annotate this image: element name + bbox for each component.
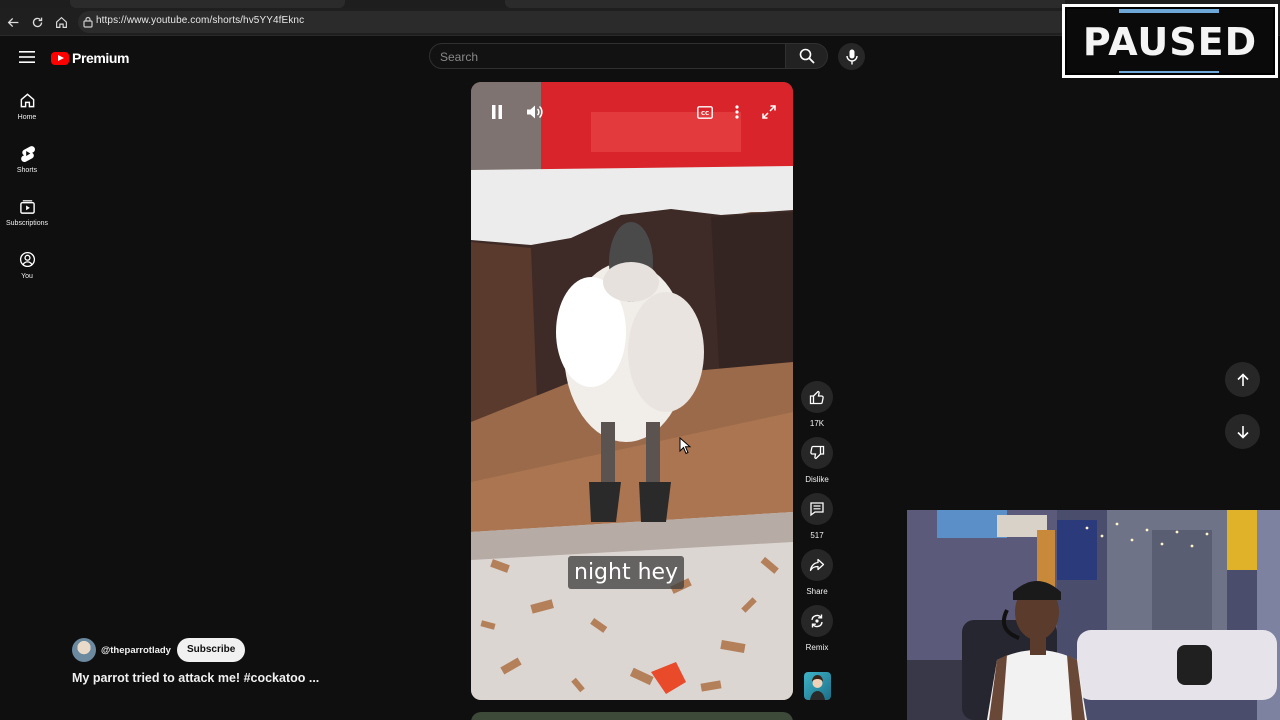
reload-icon — [32, 17, 42, 27]
browser-tab[interactable] — [70, 0, 345, 8]
arrow-left-icon — [7, 17, 18, 27]
shorts-icon — [20, 146, 35, 162]
volume-icon — [527, 105, 543, 119]
svg-text:CC: CC — [701, 111, 709, 117]
webcam-feed — [907, 510, 1280, 720]
reload-button[interactable] — [28, 13, 46, 31]
share-icon — [809, 558, 825, 572]
address-bar[interactable]: https://www.youtube.com/shorts/hv5YY4fEk… — [78, 11, 1078, 33]
sidebar-item-home[interactable]: Home — [0, 82, 54, 130]
search-input[interactable] — [440, 48, 770, 65]
like-action: 17K — [801, 381, 833, 428]
channel-handle[interactable]: @theparrotlady — [101, 645, 171, 656]
youtube-play-logo-icon — [51, 51, 69, 65]
remix-action: Remix — [801, 605, 833, 652]
dislike-label: Dislike — [805, 475, 829, 484]
youtube-premium-logo[interactable]: Premium — [51, 49, 130, 67]
comment-icon — [810, 502, 824, 517]
comments-action: 517 — [801, 493, 833, 540]
expand-icon — [762, 105, 776, 119]
remix-label: Remix — [805, 643, 829, 652]
previous-short-button[interactable] — [1225, 362, 1260, 397]
hamburger-icon — [19, 51, 35, 63]
sidebar-item-label: You — [21, 273, 33, 280]
dislike-action: Dislike — [801, 437, 833, 484]
dislike-button[interactable] — [801, 437, 833, 469]
remix-icon — [811, 614, 823, 628]
next-short-button[interactable] — [1225, 414, 1260, 449]
video-caption: night hey — [568, 556, 685, 589]
thumbs-up-icon — [809, 390, 824, 405]
captions-button[interactable]: CC — [693, 100, 717, 124]
sidebar-item-label: Home — [17, 114, 37, 121]
cockatoo-video-frame — [471, 82, 793, 700]
fullscreen-button[interactable] — [757, 100, 781, 124]
subscriptions-icon — [19, 200, 35, 214]
thumbs-down-icon — [810, 445, 825, 460]
arrow-up-icon — [1236, 372, 1249, 386]
channel-avatar[interactable] — [72, 638, 96, 662]
browser-tab[interactable] — [505, 0, 1065, 8]
sidebar-item-label: Subscriptions — [5, 220, 49, 227]
url-text: https://www.youtube.com/shorts/hv5YY4fEk… — [96, 15, 305, 26]
home-icon — [20, 93, 34, 108]
share-action: Share — [801, 549, 833, 596]
like-count: 17K — [809, 419, 825, 428]
site-info-icon — [83, 16, 93, 28]
paused-text: PAUSED — [1082, 20, 1258, 64]
sidebar-item-you[interactable]: You — [0, 241, 54, 289]
remix-button[interactable] — [801, 605, 833, 637]
webcam-image — [907, 510, 1280, 720]
home-icon — [55, 16, 67, 28]
search-icon — [799, 48, 815, 64]
sidebar-item-subscriptions[interactable]: Subscriptions — [0, 188, 54, 236]
logo-text: Premium — [72, 50, 130, 66]
more-vertical-icon — [735, 105, 739, 119]
sound-thumbnail[interactable] — [804, 672, 831, 700]
pause-icon — [492, 105, 502, 119]
mouse-cursor-icon — [679, 437, 691, 455]
like-button[interactable] — [801, 381, 833, 413]
sidebar-item-shorts[interactable]: Shorts — [0, 135, 54, 183]
video-title[interactable]: My parrot tried to attack me! #cockatoo … — [72, 671, 319, 685]
more-options-button[interactable] — [725, 100, 749, 124]
closed-captions-icon: CC — [697, 105, 713, 119]
share-button[interactable] — [801, 549, 833, 581]
home-button[interactable] — [52, 13, 70, 31]
search-button[interactable] — [786, 43, 828, 69]
arrow-down-icon — [1236, 425, 1249, 439]
next-short-preview[interactable] — [471, 712, 793, 720]
comment-count: 517 — [810, 531, 824, 540]
comments-button[interactable] — [801, 493, 833, 525]
volume-button[interactable] — [523, 100, 547, 124]
channel-row: @theparrotlady Subscribe — [72, 637, 246, 663]
pause-button[interactable] — [485, 100, 509, 124]
sound-thumbnail-image — [810, 675, 825, 700]
guide-menu-button[interactable] — [16, 46, 38, 68]
back-button[interactable] — [4, 13, 22, 31]
sidebar-item-label: Shorts — [16, 167, 38, 174]
paused-overlay: PAUSED — [1062, 4, 1278, 78]
share-label: Share — [806, 587, 828, 596]
shorts-video-player[interactable]: CC night hey — [471, 82, 793, 700]
search-box — [429, 43, 786, 69]
subscribe-button[interactable]: Subscribe — [176, 638, 246, 662]
you-icon — [19, 251, 35, 268]
microphone-icon — [845, 49, 858, 64]
voice-search-button[interactable] — [838, 43, 865, 70]
